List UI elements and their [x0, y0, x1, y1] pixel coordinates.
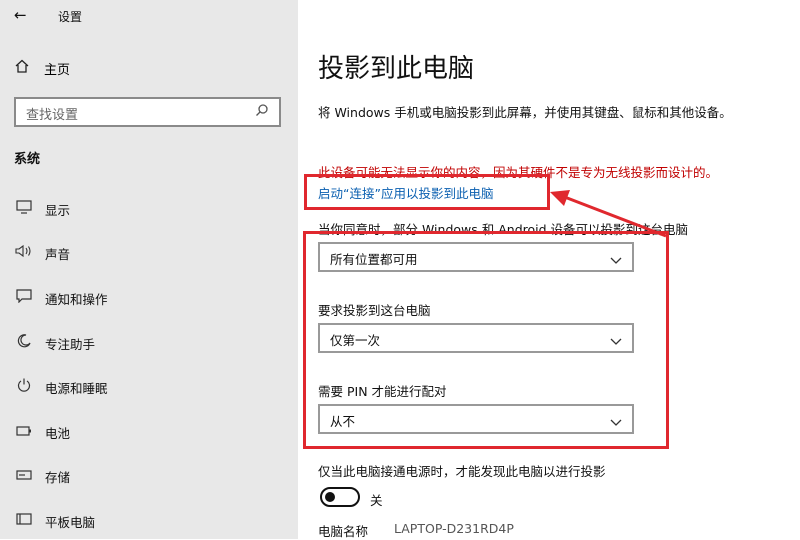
power-icon: [14, 378, 34, 396]
sidebar-item-tablet[interactable]: 平板电脑: [14, 510, 95, 532]
sidebar-item-label: 专注助手: [45, 336, 96, 352]
sidebar-item-label: 存储: [45, 469, 71, 485]
sidebar-item-battery[interactable]: 电池: [14, 421, 70, 443]
tablet-icon: [14, 513, 34, 529]
sidebar-item-label: 电源和睡眠: [45, 380, 108, 396]
sidebar-item-home[interactable]: 主页: [14, 58, 70, 78]
moon-icon: [14, 334, 34, 352]
search-input[interactable]: 查找设置: [14, 97, 281, 127]
page-description: 将 Windows 手机或电脑投影到此屏幕，并使用其键盘、鼠标和其他设备。: [318, 105, 732, 120]
sidebar-item-label: 平板电脑: [45, 514, 96, 530]
pc-name-value: LAPTOP-D231RD4P: [394, 521, 514, 536]
search-placeholder: 查找设置: [26, 108, 79, 123]
speaker-icon: [14, 244, 34, 262]
storage-icon: [14, 469, 34, 484]
sidebar-item-label: 声音: [45, 246, 71, 262]
toggle-state-text: 关: [370, 493, 383, 508]
sidebar-item-notifications[interactable]: 通知和操作: [14, 287, 108, 309]
sidebar-item-label: 通知和操作: [45, 291, 108, 307]
window-title: 设置: [58, 10, 83, 24]
notification-icon: [14, 289, 34, 307]
annotation-highlight-link: [304, 174, 550, 210]
search-icon[interactable]: [255, 103, 269, 121]
discover-toggle[interactable]: [320, 487, 360, 507]
monitor-icon: [14, 200, 34, 218]
sidebar-item-focus-assist[interactable]: 专注助手: [14, 332, 95, 354]
pc-name-label: 电脑名称: [318, 524, 369, 539]
sidebar-item-power[interactable]: 电源和睡眠: [14, 376, 108, 398]
page-title: 投影到此电脑: [318, 54, 475, 84]
sidebar-item-label: 显示: [45, 202, 71, 218]
annotation-highlight-settings: [303, 231, 669, 449]
sidebar-item-label: 电池: [45, 425, 71, 441]
home-icon: [14, 58, 36, 78]
toggle-knob: [325, 492, 335, 502]
sidebar-item-display[interactable]: 显示: [14, 198, 70, 220]
sidebar-item-sound[interactable]: 声音: [14, 242, 70, 264]
back-arrow-icon[interactable]: ←: [14, 6, 27, 24]
sidebar: ← 设置 主页 查找设置 系统 显示 声音 通知和操作 专注助手 电源和睡眠 电…: [0, 0, 298, 539]
sidebar-item-storage[interactable]: 存储: [14, 465, 70, 487]
section-title: 系统: [14, 152, 41, 167]
home-label: 主页: [44, 62, 71, 78]
battery-icon: [14, 425, 34, 440]
annotation-arrow-icon: [550, 190, 667, 238]
discover-toggle-label: 仅当此电脑接通电源时，才能发现此电脑以进行投影: [318, 464, 606, 479]
